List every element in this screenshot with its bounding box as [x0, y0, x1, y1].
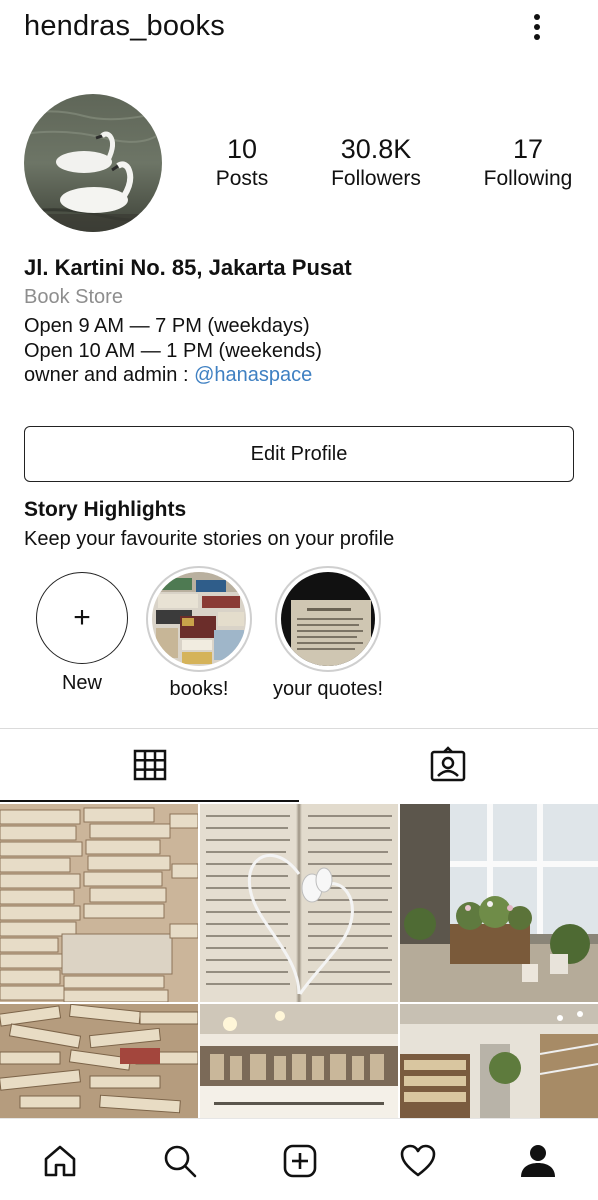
following-count: 17 [512, 134, 544, 164]
followers-label: Followers [331, 167, 421, 190]
posts-count: 10 [226, 134, 258, 164]
tab-tagged[interactable] [428, 744, 468, 784]
post-thumbnail[interactable] [0, 1004, 198, 1118]
avatar[interactable] [24, 94, 162, 232]
profile-name: Jl. Kartini No. 85, Jakarta Pusat [24, 255, 352, 280]
followers-count: 30.8K [340, 134, 412, 164]
edit-profile-button[interactable]: Edit Profile [24, 426, 574, 482]
tagged-icon [430, 746, 466, 782]
highlight-thumbnail-books [152, 572, 246, 666]
section-divider [0, 728, 598, 729]
active-tab-indicator [0, 800, 299, 802]
bio-hours-weekdays: Open 9 AM — 7 PM (weekdays) [24, 315, 310, 337]
profile-icon[interactable] [518, 1141, 558, 1181]
post-thumbnail[interactable] [400, 804, 598, 1002]
story-highlights-subtitle: Keep your favourite stories on your prof… [24, 528, 395, 550]
search-icon[interactable] [160, 1141, 200, 1181]
post-thumbnail[interactable] [0, 804, 198, 1002]
posts-grid [0, 804, 598, 1118]
bio-owner-prefix: owner and admin : [24, 364, 195, 386]
heart-icon[interactable] [398, 1141, 438, 1181]
highlight-label-books: books! [169, 678, 229, 700]
highlight-new[interactable]: + New [36, 572, 128, 695]
highlight-label-new: New [61, 672, 102, 694]
profile-username: hendras_books [24, 10, 225, 42]
posts-label: Posts [215, 167, 269, 190]
home-icon[interactable] [40, 1141, 80, 1181]
bottom-navigation [0, 1118, 598, 1200]
highlight-thumbnail-quotes [281, 572, 375, 666]
story-highlights-title: Story Highlights [24, 498, 187, 521]
tab-grid[interactable] [130, 744, 170, 784]
top-bar: hendras_books [0, 0, 598, 56]
profile-category: Book Store [24, 286, 123, 308]
grid-icon [133, 749, 167, 781]
post-thumbnail[interactable] [400, 1004, 598, 1118]
following-label: Following [483, 167, 573, 190]
stat-following[interactable]: 17 Following [458, 132, 598, 192]
highlight-books[interactable]: books! [146, 566, 252, 701]
add-post-icon[interactable] [280, 1141, 320, 1181]
highlight-quotes[interactable]: your quotes! [268, 566, 388, 701]
highlight-ring [275, 566, 381, 672]
post-thumbnail[interactable] [200, 804, 398, 1002]
highlight-label-quotes: your quotes! [272, 678, 384, 700]
post-thumbnail[interactable] [200, 1004, 398, 1118]
bio-owner-line: owner and admin : @hanaspace [24, 364, 312, 387]
new-highlight-circle[interactable]: + [36, 572, 128, 664]
more-vertical-icon[interactable] [524, 10, 550, 44]
stat-posts[interactable]: 10 Posts [172, 132, 312, 192]
bio-hours-weekends: Open 10 AM — 1 PM (weekends) [24, 340, 322, 362]
plus-icon: + [73, 601, 91, 634]
owner-mention-link[interactable]: @hanaspace [194, 364, 312, 386]
highlight-ring [146, 566, 252, 672]
stat-followers[interactable]: 30.8K Followers [306, 132, 446, 192]
